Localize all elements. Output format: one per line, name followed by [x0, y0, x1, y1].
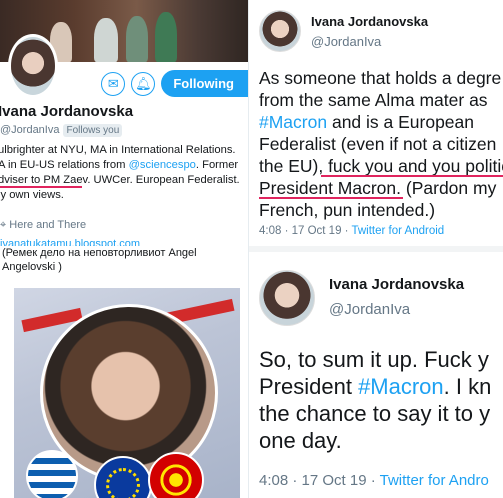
photo-caption: (Ремек дело на неповторливиот Angel Ange… — [2, 246, 248, 274]
bio-line: ly own views. — [0, 189, 64, 201]
tweet-meta: 4:08 · 17 Oct 19 · Twitter for Andro — [259, 472, 489, 489]
tweet-card[interactable]: Ivana Jordanovska @JordanIva So, to sum … — [249, 252, 503, 498]
tweet-card[interactable]: Ivana Jordanovska @JordanIva As someone … — [249, 0, 503, 246]
tweet-text-span: . I kn — [443, 374, 492, 399]
caption-line: (Ремек дело на неповторливиот Angel — [2, 247, 197, 259]
tweet-line: Federalist (even if not a citizen — [259, 134, 497, 154]
tweet-line: the EU), fuck you and you politic — [259, 155, 503, 177]
tweet-text-span: President — [259, 374, 359, 399]
bell-plus-icon: 🔔︎ — [135, 75, 152, 91]
tweet-text-span: fuck you and you politic — [328, 156, 503, 176]
tweet-line: As someone that holds a degre — [259, 68, 502, 88]
tweet-text-span: and is a European — [327, 112, 475, 132]
tweet-author-handle[interactable]: @JordanIva — [329, 301, 410, 318]
profile-bio: ulbrighter at NYU, MA in International R… — [0, 143, 248, 203]
photo-post-panel: (Ремек дело на неповторливиот Angel Ange… — [0, 246, 248, 498]
sciencespo-link[interactable]: @sciencespo — [129, 159, 196, 171]
tweet-author-name[interactable]: Ivana Jordanovska — [329, 276, 464, 293]
bio-line: A in EU-US relations from @sciencespo. F… — [0, 158, 248, 173]
bio-line: ulbrighter at NYU, MA in International R… — [0, 144, 236, 156]
location-text: Here and There — [9, 219, 87, 231]
tweet-text: So, to sum it up. Fuck y President #Macr… — [259, 346, 491, 454]
tweet-source[interactable]: Twitter for Andro — [380, 472, 489, 489]
greece-flag-icon — [26, 450, 78, 498]
tweet-author-handle[interactable]: @JordanIva — [311, 34, 381, 49]
tweet-source[interactable]: Twitter for Android — [351, 225, 444, 237]
tweet-line: from the same Alma mater as — [259, 90, 488, 110]
follows-you-badge: Follows you — [63, 124, 123, 137]
tweet-avatar[interactable] — [259, 270, 315, 326]
highlight-underline — [0, 186, 82, 188]
tweet-line: So, to sum it up. Fuck y — [259, 347, 489, 372]
tweet-timestamp[interactable]: 4:08 · 17 Oct 19 · — [259, 225, 351, 237]
profile-avatar[interactable] — [8, 34, 58, 98]
tweet-line: President Macron. (Pardon my — [259, 177, 503, 199]
profile-location: ⌖ Here and There — [0, 219, 86, 232]
macron-hashtag[interactable]: #Macron — [259, 112, 327, 132]
tweet-line: the chance to say it to y — [259, 401, 491, 426]
macron-hashtag[interactable]: #Macron — [358, 374, 444, 399]
caption-line: Angelovski ) — [2, 261, 62, 273]
bio-text: . Former — [195, 159, 239, 171]
tweet-text-span: the EU), — [259, 156, 329, 176]
tweet-meta: 4:08 · 17 Oct 19 · Twitter for Android — [259, 225, 444, 237]
profile-name: Ivana Jordanovska — [0, 103, 134, 120]
profile-handle: @JordanIva — [0, 124, 60, 136]
profile-panel: ✉ 🔔︎ Following Ivana Jordanovska @Jordan… — [0, 0, 248, 246]
highlight-underline — [321, 175, 503, 177]
tweet-author-name[interactable]: Ivana Jordanovska — [311, 14, 428, 29]
notifications-button[interactable]: 🔔︎ — [131, 71, 156, 96]
location-pin-icon: ⌖ — [0, 219, 7, 231]
tweet-line: President #Macron. I kn — [259, 373, 491, 400]
tweet-timestamp[interactable]: 4:08 · 17 Oct 19 · — [259, 472, 380, 489]
tweet-line: #Macron and is a European — [259, 111, 503, 133]
bio-text: A in EU-US relations from — [0, 159, 129, 171]
tweet-avatar[interactable] — [259, 10, 301, 52]
message-button[interactable]: ✉ — [101, 71, 126, 96]
tweet-line: one day. — [259, 428, 342, 453]
highlight-underline — [259, 197, 403, 199]
profile-handle-row: @JordanIva Follows you — [0, 124, 123, 137]
profile-url[interactable]: ivanatukatamu.blogspot.com — [0, 238, 140, 246]
following-button[interactable]: Following — [161, 70, 248, 97]
mail-icon: ✉ — [107, 75, 119, 91]
tweet-text-span: (Pardon my — [401, 178, 497, 198]
tweet-text-span: President Macron. — [259, 178, 402, 198]
tweet-line: French, pun intended.) — [259, 200, 436, 220]
